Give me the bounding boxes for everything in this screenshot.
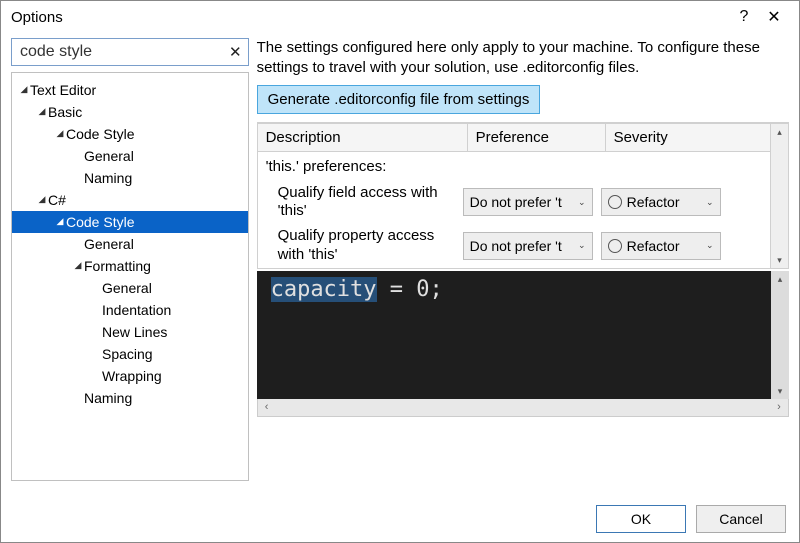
tree-item[interactable]: ◢ Formatting <box>12 255 248 277</box>
options-tree[interactable]: ◢ Text Editor◢ Basic◢ Code Style General… <box>11 72 249 481</box>
code-highlight: capacity <box>271 277 377 302</box>
setting-description: Qualify property access with 'this' <box>278 227 463 265</box>
tree-item-label: Spacing <box>102 343 153 365</box>
tree-item[interactable]: ◢ Code Style <box>12 123 248 145</box>
tree-item-label: Code Style <box>66 123 134 145</box>
caret-down-icon: ◢ <box>36 100 48 122</box>
tree-item-label: Naming <box>84 387 132 409</box>
caret-down-icon: ◢ <box>18 78 30 100</box>
tree-item-label: Code Style <box>66 211 134 233</box>
settings-table: Description Preference Severity 'this.' … <box>257 122 789 269</box>
ok-button[interactable]: OK <box>596 505 686 533</box>
settings-row: Qualify field access with 'this'Do not p… <box>258 181 770 225</box>
tree-item[interactable]: Naming <box>12 387 248 409</box>
tree-item-label: Naming <box>84 167 132 189</box>
tree-item[interactable]: New Lines <box>12 321 248 343</box>
generate-editorconfig-button[interactable]: Generate .editorconfig file from setting… <box>257 85 541 114</box>
radio-icon <box>608 195 622 209</box>
caret-down-icon: ◢ <box>54 210 66 232</box>
code-area: capacity = 0; <box>257 271 771 399</box>
scroll-down-icon[interactable]: ▾ <box>771 252 788 268</box>
tree-item-label: Wrapping <box>102 365 162 387</box>
scroll-right-icon[interactable]: › <box>770 401 788 413</box>
tree-item[interactable]: General <box>12 233 248 255</box>
table-scrollbar[interactable]: ▴ ▾ <box>771 123 789 269</box>
cancel-button[interactable]: Cancel <box>696 505 786 533</box>
tree-item[interactable]: Naming <box>12 167 248 189</box>
info-text: The settings configured here only apply … <box>257 38 789 79</box>
scroll-down-icon[interactable]: ▾ <box>771 383 789 399</box>
tree-item-label: Indentation <box>102 299 171 321</box>
severity-dropdown[interactable]: Refactor⌄ <box>601 188 721 216</box>
tree-item[interactable]: Spacing <box>12 343 248 365</box>
tree-item-label: Formatting <box>84 255 151 277</box>
tree-item-label: General <box>102 277 152 299</box>
dialog-footer: OK Cancel <box>596 505 786 533</box>
caret-down-icon: ◢ <box>72 254 84 276</box>
search-box[interactable]: ✕ <box>11 38 249 66</box>
search-input[interactable] <box>18 42 229 62</box>
tree-item-label: New Lines <box>102 321 167 343</box>
window-title: Options <box>11 9 63 26</box>
tree-item[interactable]: General <box>12 277 248 299</box>
settings-row: Qualify property access with 'this'Do no… <box>258 224 770 268</box>
tree-item-label: Basic <box>48 101 82 123</box>
scroll-up-icon[interactable]: ▴ <box>771 271 789 287</box>
tree-item[interactable]: ◢ Basic <box>12 101 248 123</box>
scroll-left-icon[interactable]: ‹ <box>258 401 276 413</box>
caret-down-icon: ◢ <box>54 122 66 144</box>
scroll-up-icon[interactable]: ▴ <box>771 124 788 140</box>
caret-down-icon: ◢ <box>36 188 48 210</box>
tree-item[interactable]: Indentation <box>12 299 248 321</box>
tree-item-label: General <box>84 145 134 167</box>
tree-item[interactable]: ◢ C# <box>12 189 248 211</box>
tree-item[interactable]: General <box>12 145 248 167</box>
clear-search-icon[interactable]: ✕ <box>229 43 242 61</box>
tree-item-label: C# <box>48 189 66 211</box>
code-preview: capacity = 0; ▴ ▾ <box>257 271 789 399</box>
settings-group: 'this.' preferences: <box>258 152 770 181</box>
tree-item[interactable]: ◢ Text Editor <box>12 79 248 101</box>
code-vscrollbar[interactable]: ▴ ▾ <box>771 271 789 399</box>
tree-item-label: General <box>84 233 134 255</box>
preference-dropdown[interactable]: Do not prefer 't⌄ <box>463 188 593 216</box>
code-rest: = 0; <box>377 277 443 302</box>
help-icon[interactable]: ? <box>729 8 759 26</box>
radio-icon <box>608 239 622 253</box>
col-description[interactable]: Description <box>257 123 468 152</box>
preference-dropdown[interactable]: Do not prefer 't⌄ <box>463 232 593 260</box>
tree-item-label: Text Editor <box>30 79 96 101</box>
severity-dropdown[interactable]: Refactor⌄ <box>601 232 721 260</box>
col-severity[interactable]: Severity <box>606 123 771 152</box>
tree-item[interactable]: Wrapping <box>12 365 248 387</box>
col-preference[interactable]: Preference <box>468 123 606 152</box>
close-icon[interactable]: ✕ <box>759 7 789 27</box>
title-bar: Options ? ✕ <box>1 1 799 33</box>
code-hscrollbar[interactable]: ‹ › <box>257 399 789 417</box>
tree-item[interactable]: ◢ Code Style <box>12 211 248 233</box>
setting-description: Qualify field access with 'this' <box>278 184 463 222</box>
